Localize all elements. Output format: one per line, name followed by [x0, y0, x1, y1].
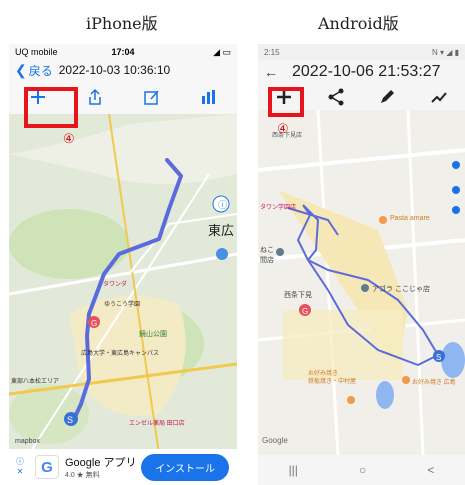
ad-app-name: Google アプリ	[65, 457, 137, 469]
edit-button[interactable]	[372, 85, 402, 109]
status-time: 2:15	[264, 47, 280, 57]
edit-button[interactable]	[135, 82, 169, 112]
map-label-bottom: エンゼル薬局 田口店	[129, 421, 185, 427]
map-label-okonomi3: お好み焼き 広島	[412, 380, 456, 386]
android-nav-bar: ||| ○ <	[258, 455, 465, 485]
status-icons: N ▾ ◢ ▮	[431, 47, 459, 57]
share-icon	[328, 88, 344, 106]
home-button[interactable]: ○	[359, 463, 366, 477]
map-label-univ: 広島大学・東広島キャンパス	[81, 351, 160, 357]
map-label-nekot: ねこ	[260, 247, 274, 254]
battery-icon: ◢ ▭	[213, 46, 231, 57]
chart-button[interactable]	[192, 82, 226, 112]
map-label-saijo: 西条下見	[284, 292, 312, 299]
share-button[interactable]	[78, 82, 112, 112]
svg-text:S: S	[67, 415, 73, 425]
install-button[interactable]: インストール	[141, 453, 229, 481]
ad-info-icon[interactable]: ⓘ ✕	[11, 457, 29, 477]
ios-nav-bar: ❮ 戻る 2022-10-03 10:36:10	[9, 60, 237, 80]
ios-map-view[interactable]: G S ⓘ 東広 鏡山公園 広島大学・東広島キャンパス 東部八本松エリア ゆうこ…	[9, 113, 237, 455]
android-status-bar: 2:15 N ▾ ◢ ▮	[258, 44, 465, 60]
recent-apps-button[interactable]: |||	[289, 463, 298, 477]
map-label-shop: タワン学園店	[260, 205, 297, 211]
google-logo: Google	[262, 436, 288, 445]
ios-status-bar: UQ mobile 17:04 ◢ ▭	[9, 44, 237, 60]
svg-text:G: G	[302, 307, 308, 316]
ios-step-marker: ④	[63, 132, 75, 147]
ios-highlight-box	[24, 87, 78, 128]
svg-text:G: G	[91, 319, 97, 328]
chart-button[interactable]	[424, 85, 454, 109]
android-column-title: Android版	[318, 14, 399, 33]
android-header: ← 2022-10-06 21:53:27	[258, 60, 465, 84]
chart-icon	[431, 92, 447, 103]
back-label: 戻る	[28, 63, 53, 78]
android-highlight-box	[268, 87, 304, 117]
ad-banner[interactable]: ⓘ ✕ G Google アプリ 4.0 ★ 無料 インストール	[9, 449, 237, 485]
map-label-store: タワンダ	[103, 282, 128, 288]
back-arrow-icon[interactable]: ←	[264, 64, 278, 80]
map-label-park: 鏡山公園	[139, 331, 167, 338]
map-label-area: 東部八本松エリア	[11, 379, 60, 385]
svg-text:S: S	[436, 353, 441, 362]
svg-text:ⓘ: ⓘ	[218, 200, 227, 210]
map-label-school: ゆうこう学園	[104, 302, 141, 308]
edit-icon	[143, 90, 159, 105]
map-label-nekot2: 間店	[260, 257, 274, 264]
map-label-okonomi2: 鉄板焼き・中村屋	[308, 379, 357, 385]
share-button[interactable]	[321, 85, 351, 109]
share-icon	[88, 88, 101, 105]
android-map-canvas: G S	[258, 109, 465, 456]
record-datetime: 2022-10-03 10:36:10	[58, 63, 171, 77]
ios-column-title: iPhone版	[86, 14, 158, 33]
carrier-label: UQ mobile	[15, 47, 58, 57]
record-datetime: 2022-10-06 21:53:27	[292, 63, 441, 80]
ad-rating: 4.0 ★ 無料	[65, 472, 100, 479]
map-label-city: 東広	[208, 223, 235, 238]
map-label-agora: アゴラ ここじゃ店	[372, 286, 430, 293]
android-step-marker: ④	[277, 122, 289, 137]
mapbox-logo: mapbox	[15, 438, 40, 445]
status-time: 17:04	[111, 47, 135, 57]
edit-icon	[381, 90, 395, 103]
back-button[interactable]: ❮ 戻る	[15, 62, 53, 79]
map-label-pasta: Pasta amare	[390, 215, 430, 222]
chevron-left-icon: ❮	[15, 61, 27, 78]
google-app-icon: G	[35, 455, 59, 479]
system-back-button[interactable]: <	[427, 463, 434, 477]
chart-icon	[201, 90, 215, 104]
android-map-view[interactable]: G S 西条下見店 タワン学園店 Pasta amare ねこ 間店 西条下見 …	[258, 109, 465, 456]
